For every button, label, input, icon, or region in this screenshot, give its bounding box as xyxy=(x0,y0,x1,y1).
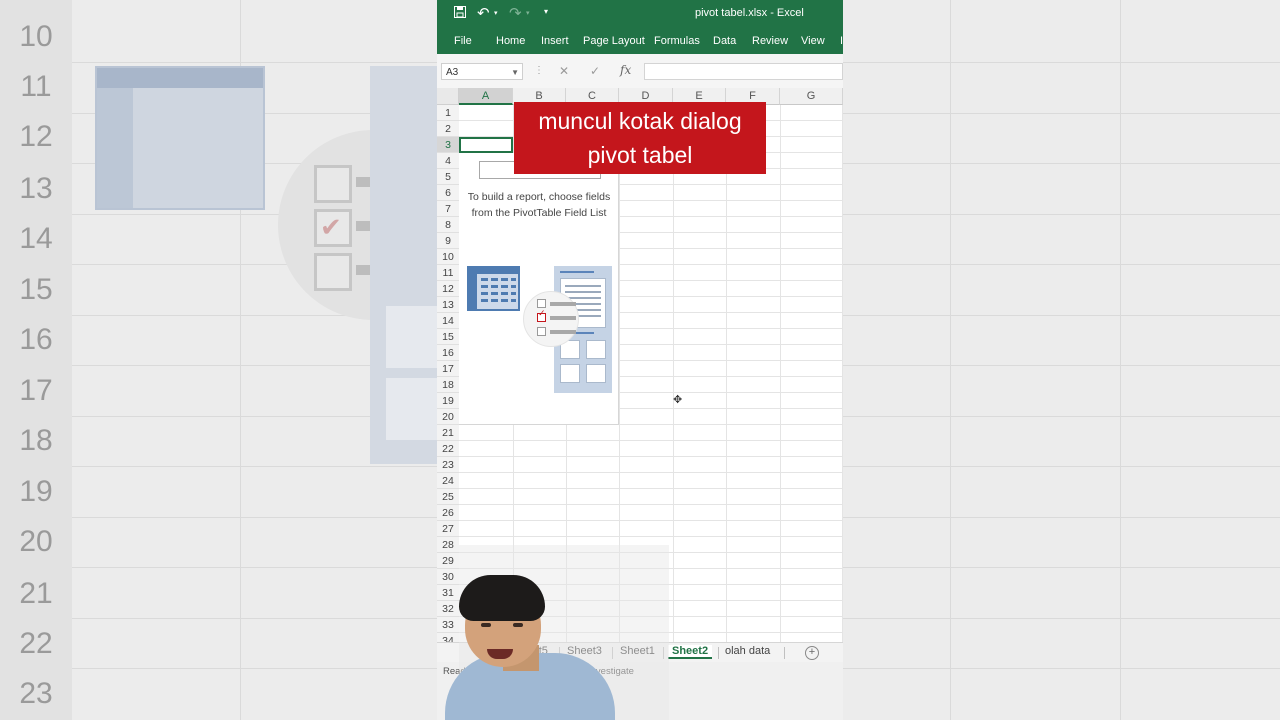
caption-line1: muncul kotak dialog xyxy=(538,108,742,134)
pivottable-hint-line2: from the PivotTable Field List xyxy=(471,207,607,219)
column-header-a[interactable]: A xyxy=(459,88,513,105)
bg-row-number: 16 xyxy=(19,323,53,356)
row-header[interactable]: 2 xyxy=(437,121,459,137)
pivottable-hint-line1: To build a report, choose fields xyxy=(467,191,611,203)
row-header[interactable]: 18 xyxy=(437,377,459,393)
row-header[interactable]: 22 xyxy=(437,441,459,457)
name-box-value: A3 xyxy=(446,67,459,78)
add-sheet-icon[interactable]: + xyxy=(805,646,819,660)
bg-row-number: 22 xyxy=(19,627,53,660)
sheet-tab-olah-data[interactable]: olah data xyxy=(725,645,770,657)
bg-panel-icon xyxy=(370,66,440,464)
row-header[interactable]: 7 xyxy=(437,201,459,217)
caption-line2: pivot tabel xyxy=(587,142,693,168)
tab-review[interactable]: Review xyxy=(752,35,788,47)
bg-row-number: 11 xyxy=(20,70,52,103)
row-header[interactable]: 1 xyxy=(437,105,459,121)
bg-row-number: 13 xyxy=(19,172,53,205)
row-header[interactable]: 8 xyxy=(437,217,459,233)
formula-bar: A3 ▼ ⋮ ✕ ✓ fx xyxy=(437,54,843,89)
more-options-icon: ⋮ xyxy=(534,65,544,76)
redo-icon[interactable]: ↷ xyxy=(509,4,522,22)
pivottable-hint: To build a report, choose fields from th… xyxy=(459,189,619,221)
row-header[interactable]: 27 xyxy=(437,521,459,537)
sheet-tab-sheet2[interactable]: Sheet2 xyxy=(668,645,713,659)
chevron-down-icon[interactable]: ▼ xyxy=(511,64,519,81)
formula-input[interactable] xyxy=(644,63,843,80)
bg-row-number: 10 xyxy=(19,20,53,53)
row-header[interactable]: 25 xyxy=(437,489,459,505)
row-header[interactable]: 24 xyxy=(437,473,459,489)
pivot-table-icon xyxy=(467,266,520,311)
bg-row-number: 18 xyxy=(19,424,53,457)
undo-dropdown-icon[interactable]: ▾ xyxy=(494,9,498,17)
tab-overflow[interactable]: I xyxy=(840,35,843,47)
undo-icon[interactable]: ↶ xyxy=(477,4,490,22)
row-header[interactable]: 13 xyxy=(437,297,459,313)
row-header[interactable]: 19 xyxy=(437,393,459,409)
bg-row-number: 17 xyxy=(19,374,53,407)
row-header[interactable]: 23 xyxy=(437,457,459,473)
column-header-g[interactable]: G xyxy=(780,88,843,105)
row-header[interactable]: 10 xyxy=(437,249,459,265)
active-cell-a3[interactable] xyxy=(459,137,513,153)
tab-page-layout[interactable]: Page Layout xyxy=(583,35,645,47)
checkmark-icon: ✓ xyxy=(538,308,546,318)
enter-icon[interactable]: ✓ xyxy=(590,64,600,78)
row-header[interactable]: 16 xyxy=(437,345,459,361)
customize-qat-icon[interactable]: ▾ xyxy=(544,7,548,16)
tab-file[interactable]: File xyxy=(454,35,472,47)
row-header[interactable]: 3 xyxy=(437,137,459,153)
row-header[interactable]: 12 xyxy=(437,281,459,297)
tab-insert[interactable]: Insert xyxy=(541,35,569,47)
tab-view[interactable]: View xyxy=(801,35,825,47)
row-header[interactable]: 6 xyxy=(437,185,459,201)
title-bar: ↶ ▾ ↷ ▾ ▾ pivot tabel.xlsx - Excel xyxy=(437,0,843,28)
pivottable-placeholder[interactable]: To build a report, choose fields from th… xyxy=(459,153,619,425)
bg-row-number: 15 xyxy=(19,273,53,306)
bg-row-number: 19 xyxy=(19,475,53,508)
mouse-cursor-icon: ✥ xyxy=(673,394,683,406)
save-icon[interactable] xyxy=(454,6,466,21)
row-header[interactable]: 26 xyxy=(437,505,459,521)
row-header[interactable]: 14 xyxy=(437,313,459,329)
select-all-corner[interactable] xyxy=(437,88,459,105)
insert-function-icon[interactable]: fx xyxy=(620,63,631,77)
tab-home[interactable]: Home xyxy=(496,35,525,47)
window-title: pivot tabel.xlsx - Excel xyxy=(695,7,804,19)
row-header[interactable]: 9 xyxy=(437,233,459,249)
row-header[interactable]: 5 xyxy=(437,169,459,185)
bg-row-number: 14 xyxy=(19,222,53,255)
bg-row-header xyxy=(0,0,72,720)
bg-row-number: 23 xyxy=(19,677,53,710)
video-caption: muncul kotak dialog pivot tabel xyxy=(514,102,766,174)
tab-data[interactable]: Data xyxy=(713,35,736,47)
bg-row-number: 20 xyxy=(19,525,53,558)
row-header[interactable]: 21 xyxy=(437,425,459,441)
redo-dropdown-icon[interactable]: ▾ xyxy=(526,9,530,17)
ribbon-tabs: File Home Insert Page Layout Formulas Da… xyxy=(437,28,843,54)
bg-table-icon xyxy=(95,66,265,210)
name-box[interactable]: A3 ▼ xyxy=(441,63,523,80)
bg-checkmark-icon: ✔ xyxy=(320,212,342,242)
row-header[interactable]: 20 xyxy=(437,409,459,425)
row-header[interactable]: 11 xyxy=(437,265,459,281)
row-header[interactable]: 15 xyxy=(437,329,459,345)
presenter-video xyxy=(437,545,669,720)
cancel-icon[interactable]: ✕ xyxy=(559,64,569,78)
row-header[interactable]: 17 xyxy=(437,361,459,377)
tab-formulas[interactable]: Formulas xyxy=(654,35,700,47)
bg-row-number: 21 xyxy=(19,577,53,610)
bg-row-number: 12 xyxy=(19,120,53,153)
row-header[interactable]: 4 xyxy=(437,153,459,169)
